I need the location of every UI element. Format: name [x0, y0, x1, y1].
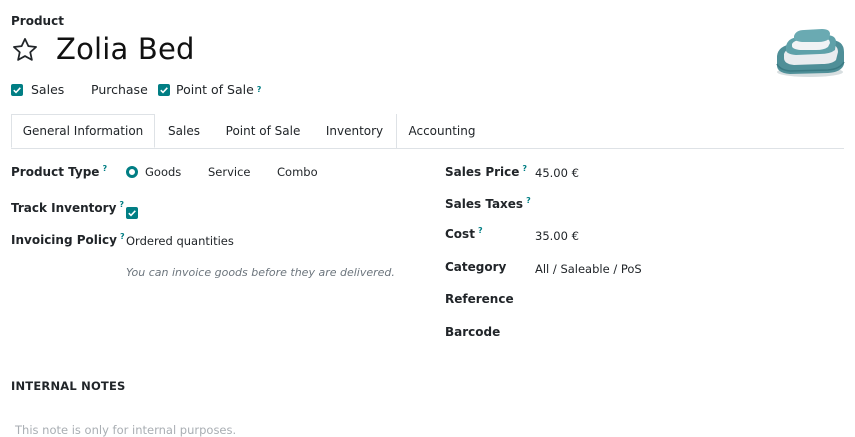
help-icon[interactable]: ?: [478, 226, 483, 235]
tab-sales[interactable]: Sales: [155, 114, 213, 148]
sales-price-label: Sales Price?: [445, 164, 527, 179]
sales-price-label-text: Sales Price: [445, 165, 520, 179]
product-type-option-service[interactable]: Service: [208, 165, 251, 179]
help-icon[interactable]: ?: [526, 196, 531, 205]
flag-sales-label: Sales: [31, 82, 65, 97]
tab-point-of-sale[interactable]: Point of Sale: [213, 114, 313, 148]
flag-point-of-sale-label: Point of Sale: [176, 82, 254, 97]
service-label: Service: [208, 165, 251, 179]
invoicing-policy-label-text: Invoicing Policy: [11, 233, 117, 247]
category-label: Category: [445, 260, 507, 274]
reference-input[interactable]: [535, 293, 785, 307]
sales-checkbox[interactable]: [11, 83, 23, 96]
cost-input[interactable]: 35.00 €: [535, 229, 579, 243]
barcode-input[interactable]: [535, 326, 785, 340]
flag-purchase-label: Purchase: [91, 82, 148, 97]
point-of-sale-checkbox[interactable]: [158, 83, 170, 96]
help-icon[interactable]: ?: [522, 164, 527, 173]
notebook-tabs: General Information Sales Point of Sale …: [11, 114, 844, 149]
invoicing-policy-label: Invoicing Policy?: [11, 232, 125, 247]
tab-general-information[interactable]: General Information: [11, 114, 155, 148]
tab-accounting[interactable]: Accounting: [397, 114, 487, 148]
track-inventory-label-text: Track Inventory: [11, 201, 117, 215]
purchase-checkbox[interactable]: [75, 83, 87, 96]
sales-taxes-input[interactable]: [535, 198, 785, 212]
product-type-option-goods[interactable]: Goods: [126, 165, 181, 179]
flag-purchase[interactable]: Purchase: [75, 82, 148, 97]
track-inventory-checkbox[interactable]: [126, 203, 138, 222]
category-select[interactable]: All / Saleable / PoS: [535, 262, 642, 276]
sales-taxes-label: Sales Taxes?: [445, 196, 531, 211]
favorite-star-icon[interactable]: [11, 36, 39, 64]
help-icon[interactable]: ?: [120, 232, 125, 241]
product-type-label-text: Product Type: [11, 165, 100, 179]
sales-taxes-label-text: Sales Taxes: [445, 197, 524, 211]
help-icon[interactable]: ?: [102, 164, 107, 173]
internal-notes-editor[interactable]: This note is only for internal purposes.: [15, 423, 236, 437]
invoicing-policy-hint: You can invoice goods before they are de…: [126, 266, 395, 279]
combo-label: Combo: [277, 165, 318, 179]
barcode-label: Barcode: [445, 325, 501, 339]
product-image[interactable]: [772, 26, 848, 80]
cost-label-text: Cost: [445, 227, 475, 241]
goods-label: Goods: [145, 165, 182, 179]
flag-point-of-sale[interactable]: Point of Sale ?: [158, 82, 261, 97]
product-type-option-combo[interactable]: Combo: [277, 165, 318, 179]
invoicing-policy-select[interactable]: Ordered quantities: [126, 234, 234, 248]
flag-sales[interactable]: Sales: [11, 82, 64, 97]
reference-label: Reference: [445, 292, 514, 306]
cost-label: Cost?: [445, 226, 483, 241]
product-type-label: Product Type?: [11, 164, 107, 179]
track-inventory-check-icon: [126, 207, 138, 219]
product-name[interactable]: Zolia Bed: [56, 32, 195, 66]
sales-price-input[interactable]: 45.00 €: [535, 166, 579, 180]
help-icon[interactable]: ?: [119, 200, 124, 209]
goods-radio[interactable]: [126, 166, 138, 178]
internal-notes-title: INTERNAL NOTES: [11, 379, 126, 393]
tab-inventory[interactable]: Inventory: [313, 114, 396, 148]
track-inventory-label: Track Inventory?: [11, 200, 124, 215]
breadcrumb: Product: [11, 14, 64, 28]
help-icon[interactable]: ?: [257, 85, 262, 94]
